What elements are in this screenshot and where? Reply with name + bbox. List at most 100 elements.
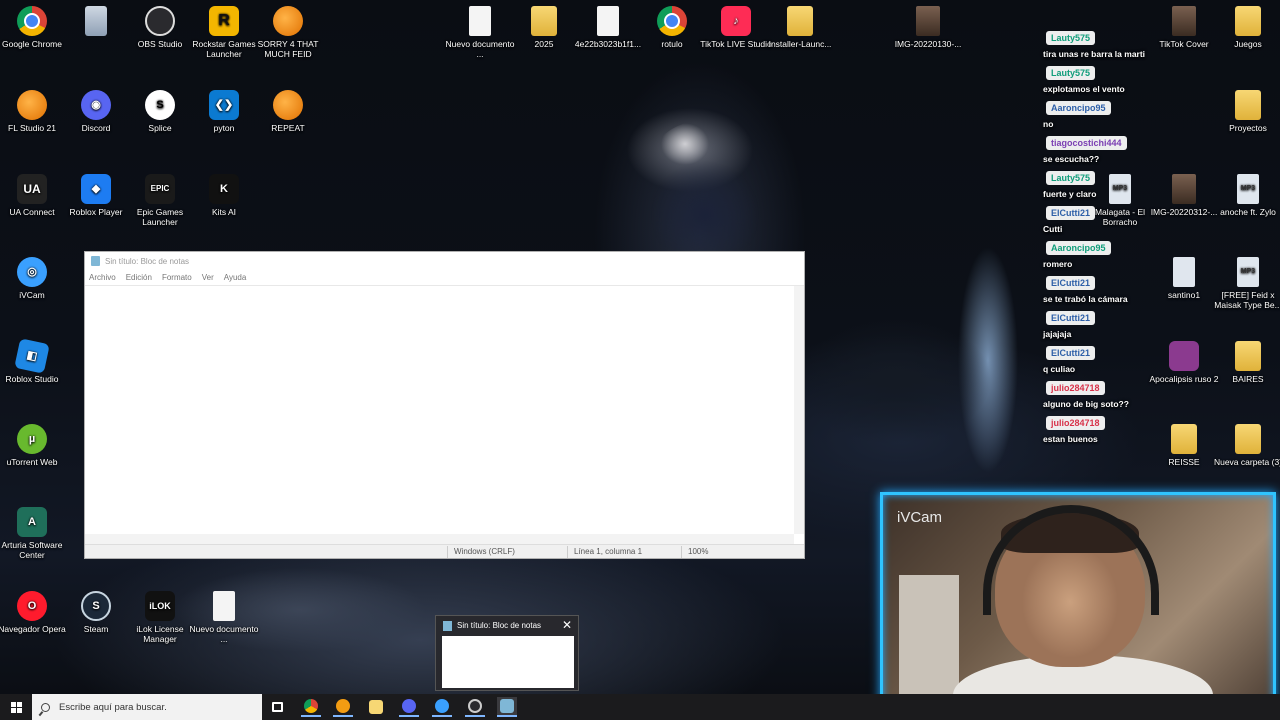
status-position: Línea 1, columna 1 (574, 547, 643, 556)
desktop-icon-installer[interactable]: Installer-Launc... (762, 6, 838, 49)
taskbar-thumbnail-preview[interactable]: Sin título: Bloc de notas ✕ (435, 615, 579, 691)
desktop-icon-ivcam[interactable]: ◎ iVCam (0, 257, 70, 300)
menu-edicion[interactable]: Edición (126, 273, 152, 282)
folder-icon (369, 700, 383, 714)
chat-text: alguno de big soto?? (1043, 399, 1129, 409)
chat-text: no (1043, 119, 1054, 129)
preview-thumbnail[interactable] (442, 636, 574, 688)
notepad-vertical-scrollbar[interactable] (794, 286, 804, 534)
chat-text: Cutti (1043, 224, 1063, 234)
chat-message: tiagocostichi444 se escucha?? (1040, 133, 1210, 164)
task-view-icon (271, 702, 283, 712)
desktop-icon-utorrent-web[interactable]: µ uTorrent Web (0, 424, 70, 467)
arturia-icon: A (17, 507, 47, 537)
notepad-menu-bar: Archivo Edición Formato Ver Ayuda (85, 270, 804, 286)
notepad-title: Sin título: Bloc de notas (105, 256, 190, 266)
chat-username: Aaroncipo95 (1046, 241, 1111, 255)
folder-icon (1235, 90, 1261, 120)
taskbar-file-explorer[interactable] (366, 697, 386, 717)
webcam-background (899, 575, 959, 695)
chat-text: fuerte y claro (1043, 189, 1097, 199)
desktop-icon-anoche[interactable]: MP3 anoche ft. Zylo (1210, 174, 1280, 217)
chat-message: ElCutti21 Cutti (1040, 203, 1210, 234)
taskbar-obs[interactable] (465, 697, 485, 717)
chat-username: ElCutti21 (1046, 311, 1096, 325)
desktop-icon-arturia[interactable]: A Arturia Software Center (0, 507, 70, 560)
webcam-overlay: iVCam (880, 492, 1276, 714)
chat-message: Aaroncipo95 no (1040, 98, 1210, 129)
chat-message: julio284718 estan buenos (1040, 413, 1210, 444)
mp3-icon: MP3 (1237, 257, 1259, 287)
chat-username: Lauty575 (1046, 66, 1096, 80)
notepad-window[interactable]: Sin título: Bloc de notas Archivo Edició… (84, 251, 805, 559)
chat-message: Lauty575 explotamos el vento (1040, 63, 1210, 94)
status-encoding: Windows (CRLF) (454, 547, 515, 556)
folder-icon (1235, 341, 1261, 371)
taskbar-ivcam[interactable] (432, 697, 452, 717)
obs-icon (468, 699, 482, 713)
chat-text: jajajaja (1043, 329, 1072, 339)
mp3-icon: MP3 (1237, 174, 1259, 204)
desktop-icon-free-feid[interactable]: MP3 [FREE] Feid x Maisak Type Be... (1210, 257, 1280, 310)
search-icon (41, 702, 50, 712)
stream-chat-overlay: Lauty575 tira unas re barra la marti Laut… (1040, 28, 1210, 448)
taskbar-chrome[interactable] (301, 697, 321, 717)
start-button[interactable] (0, 694, 32, 720)
folder-icon (787, 6, 813, 36)
chat-message: julio284718 alguno de big soto?? (1040, 378, 1210, 409)
folder-icon (1235, 6, 1261, 36)
desktop-icon-juegos[interactable]: Juegos (1210, 6, 1280, 49)
desktop-icon-roblox-studio[interactable]: ◧ Roblox Studio (0, 338, 70, 384)
ua-connect-icon: UA (17, 174, 47, 204)
wallpaper-car (805, 290, 1005, 450)
taskbar-search-box[interactable]: Escribe aquí para buscar. (32, 694, 262, 720)
desktop-icon-proyectos[interactable]: Proyectos (1210, 90, 1280, 133)
taskbar-fl-studio[interactable] (333, 697, 353, 717)
desktop-icon-sorry-4-that[interactable]: SORRY 4 THAT MUCH FEID (250, 6, 326, 59)
preview-close-button[interactable]: ✕ (562, 618, 572, 632)
roblox-icon: ◆ (81, 174, 111, 204)
menu-ver[interactable]: Ver (202, 273, 214, 282)
desktop-icon-img-20220130[interactable]: IMG-20220130-... (890, 6, 966, 49)
tiktok-icon: ♪ (721, 6, 751, 36)
menu-ayuda[interactable]: Ayuda (224, 273, 247, 282)
notepad-title-bar[interactable]: Sin título: Bloc de notas (85, 252, 804, 270)
desktop-icon-repeat[interactable]: REPEAT (250, 90, 326, 133)
notepad-horizontal-scrollbar[interactable] (85, 534, 794, 544)
taskbar-discord[interactable] (399, 697, 419, 717)
document-icon (469, 6, 491, 36)
rockstar-icon: R (209, 6, 239, 36)
desktop-icon-baires[interactable]: BAIRES (1210, 341, 1280, 384)
desktop-icon-kits-ai[interactable]: K Kits AI (186, 174, 262, 217)
chat-text: tira unas re barra la marti (1043, 49, 1146, 59)
notepad-text-area[interactable] (85, 286, 794, 534)
folder-icon (531, 6, 557, 36)
document-icon (597, 6, 619, 36)
ilok-icon: iLOK (145, 591, 175, 621)
desktop-icon-nueva-carpeta[interactable]: Nueva carpeta (3) (1210, 424, 1280, 467)
chat-text: se escucha?? (1043, 154, 1100, 164)
desktop-icon-nuevo-documento-2[interactable]: Nuevo documento ... (186, 591, 262, 644)
chat-text: q culiao (1043, 364, 1076, 374)
menu-archivo[interactable]: Archivo (89, 273, 116, 282)
taskbar-notepad[interactable] (497, 697, 517, 717)
notepad-icon (443, 621, 452, 631)
status-zoom: 100% (688, 547, 709, 556)
menu-formato[interactable]: Formato (162, 273, 192, 282)
epic-games-icon: EPIC (145, 174, 175, 204)
vscode-icon: ❮❯ (209, 90, 239, 120)
chat-username: Lauty575 (1046, 171, 1096, 185)
chat-message: ElCutti21 jajajaja (1040, 308, 1210, 339)
fl-studio-icon (273, 6, 303, 36)
windows-logo-icon (10, 701, 22, 713)
chat-username: julio284718 (1046, 381, 1105, 395)
discord-icon (402, 699, 416, 713)
ivcam-icon (435, 699, 449, 713)
fl-studio-icon (273, 90, 303, 120)
taskbar: Escribe aquí para buscar. (0, 694, 1280, 720)
taskbar-task-view[interactable] (267, 697, 287, 717)
fl-studio-icon (336, 699, 350, 713)
wallpaper-figure (640, 120, 770, 250)
folder-icon (1235, 424, 1261, 454)
utorrent-icon: µ (17, 424, 47, 454)
